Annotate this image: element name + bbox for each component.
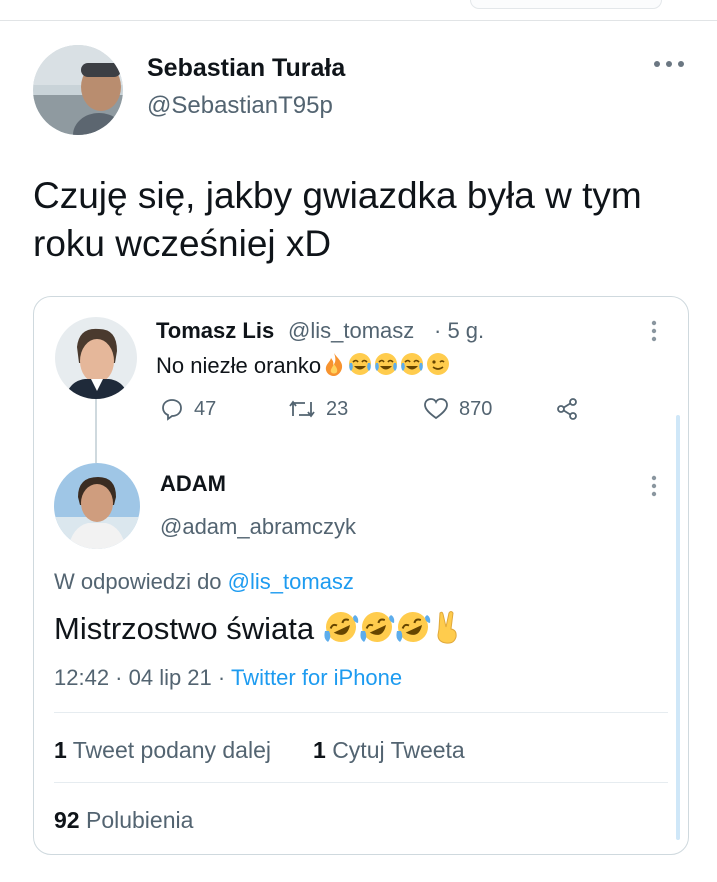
reply-more-icon[interactable] — [650, 475, 658, 502]
wink-emoji — [425, 351, 451, 383]
retweet-action[interactable]: 23 — [288, 397, 348, 421]
like-action[interactable]: 870 — [423, 397, 492, 421]
joy-emoji — [347, 351, 373, 383]
reply-author-handle[interactable]: @adam_abramczyk — [160, 514, 356, 540]
rofl-emoji — [323, 609, 359, 653]
reply-action[interactable]: 47 — [160, 397, 216, 421]
replying-to-line: W odpowiedzi do @lis_tomasz — [54, 569, 354, 595]
quoted-more-icon[interactable] — [650, 320, 658, 347]
replying-to-prefix: W odpowiedzi do — [54, 569, 222, 594]
retweets-stat-count: 1 — [54, 737, 67, 763]
likes-stat-count: 92 — [54, 807, 80, 833]
tweet-text: Czuję się, jakby gwiazdka była w tym rok… — [33, 175, 642, 264]
top-tab-edge — [470, 0, 662, 9]
reply-author-avatar[interactable] — [54, 463, 140, 549]
thread-connector — [95, 395, 97, 463]
rofl-emoji — [359, 609, 395, 653]
joy-emoji — [373, 351, 399, 383]
like-count: 870 — [459, 397, 493, 420]
retweets-stat[interactable]: 1 Tweet podany dalej — [54, 737, 271, 764]
share-icon — [557, 398, 577, 420]
fire-emoji — [321, 351, 347, 383]
retweets-stat-label: Tweet podany dalej — [72, 737, 271, 763]
quoted-author-avatar[interactable] — [55, 317, 137, 399]
victory-hand-emoji — [431, 609, 463, 653]
quotes-stat[interactable]: 1 Cytuj Tweeta — [313, 737, 465, 764]
replying-to-link[interactable]: @lis_tomasz — [228, 569, 354, 594]
retweet-count: 23 — [326, 397, 349, 420]
quoted-author-handle[interactable]: @lis_tomasz — [288, 318, 414, 344]
more-options-icon[interactable] — [652, 56, 686, 74]
author-handle[interactable]: @SebastianT95p — [147, 92, 333, 120]
quoted-tweet-text: No niezłe oranko — [156, 352, 322, 378]
reply-author-name[interactable]: ADAM — [160, 471, 226, 497]
share-action[interactable] — [554, 397, 590, 421]
quoted-author-name[interactable]: Tomasz Lis — [156, 318, 274, 344]
retweet-icon — [289, 400, 315, 418]
likes-stat-label: Polubienia — [85, 807, 194, 833]
reply-timestamp[interactable]: 12:42 · 04 lip 21 · — [54, 665, 225, 690]
joy-emoji — [399, 351, 425, 383]
quotes-stat-label: Cytuj Tweeta — [332, 737, 465, 763]
author-name[interactable]: Sebastian Turała — [147, 54, 345, 83]
reply-tweet-text: Mistrzostwo świata — [54, 611, 315, 647]
reply-count: 47 — [194, 397, 217, 420]
author-avatar[interactable] — [33, 45, 123, 135]
quoted-time-ago: · 5 g. — [434, 318, 485, 343]
likes-stat[interactable]: 92 Polubienia — [54, 807, 193, 834]
rofl-emoji — [395, 609, 431, 653]
quotes-stat-count: 1 — [313, 737, 326, 763]
reply-source[interactable]: Twitter for iPhone — [231, 665, 402, 690]
stats-divider-top — [54, 712, 668, 713]
heart-icon — [424, 398, 448, 420]
quoted-thread-card[interactable]: Tomasz Lis @lis_tomasz · 5 g. No niezłe … — [33, 296, 689, 855]
stats-divider-bottom — [54, 782, 668, 783]
top-divider — [0, 20, 717, 21]
reply-icon — [162, 399, 182, 421]
card-scrollbar[interactable] — [676, 415, 680, 840]
